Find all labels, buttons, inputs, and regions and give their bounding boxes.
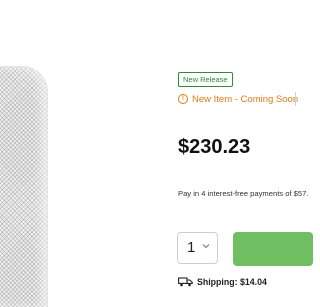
quantity-select[interactable]: 1 <box>177 232 218 264</box>
product-price: $230.23 <box>178 136 251 158</box>
status-divider <box>295 92 296 106</box>
shipping-text: Shipping: $14.04 <box>197 277 267 287</box>
availability-status: ! New Item - Coming Soon <box>178 92 298 106</box>
availability-text: New Item - Coming Soon <box>192 93 299 105</box>
shipping-info: Shipping: $14.04 <box>178 276 267 288</box>
product-image <box>0 66 48 307</box>
info-icon: ! <box>178 94 188 104</box>
quantity-value: 1 <box>187 239 196 256</box>
installment-message: Pay in 4 interest-free payments of $57. <box>178 189 309 198</box>
new-release-badge: New Release <box>178 72 233 87</box>
truck-icon <box>178 277 193 287</box>
add-to-cart-button[interactable] <box>233 232 313 266</box>
chevron-down-icon <box>202 244 210 249</box>
